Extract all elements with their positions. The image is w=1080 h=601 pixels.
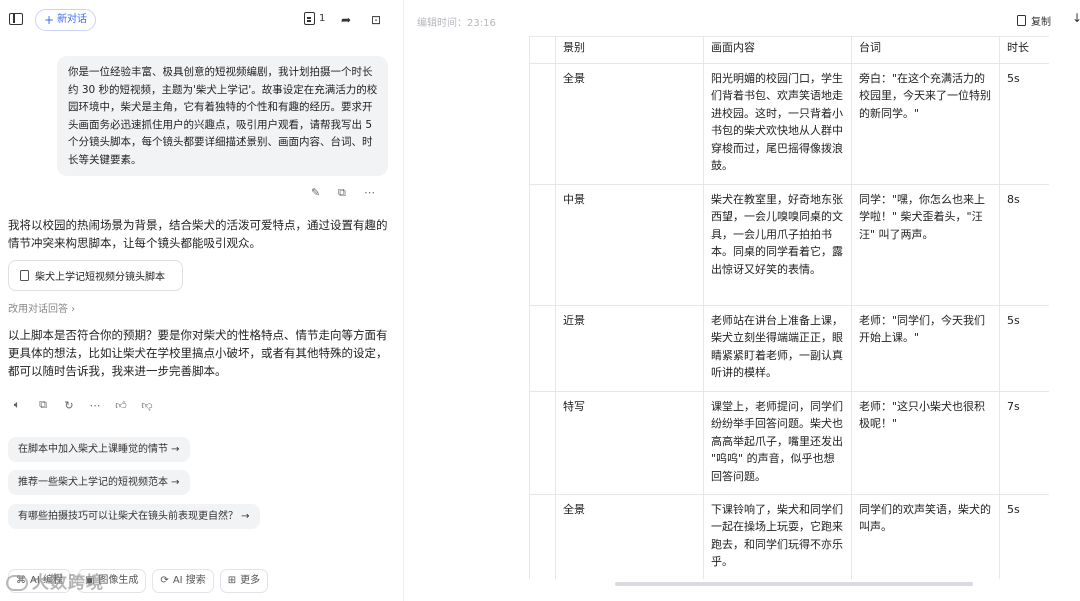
- more-icon[interactable]: ⋯: [364, 186, 375, 199]
- search-icon: ⟳: [160, 575, 169, 586]
- share-icon[interactable]: ➦: [341, 12, 351, 28]
- suggestion-chip-2[interactable]: 推荐一些柴犬上学记的短视频范本 →: [8, 470, 190, 495]
- regenerate-icon[interactable]: ↻: [62, 399, 76, 412]
- copy-label: 复制: [1031, 17, 1051, 28]
- suggestion-chip-3[interactable]: 有哪些拍摄技巧可以让柴犬在镜头前表现更自然？ →: [8, 504, 260, 529]
- ai-intro-text: 我将以校园的热闹场景为背景，结合柴犬的活泼可爱特点，通过设置有趣的情节冲突来构思…: [8, 218, 388, 250]
- copy-document-button[interactable]: 复制: [1017, 13, 1051, 28]
- duration-cell: 5s: [999, 62, 1049, 185]
- document-pane: 编辑时间：23:16 复制 ↓ 景别 画面内容 台词 时长 全景 阳光明媚的校园…: [405, 0, 1080, 601]
- sidebar-toggle-icon[interactable]: [9, 13, 23, 25]
- column-header: 台词: [851, 36, 1000, 64]
- copy-answer-icon[interactable]: ⧉: [36, 398, 50, 412]
- more-options-icon[interactable]: ⋯: [88, 399, 102, 412]
- download-icon[interactable]: ↓: [1072, 11, 1080, 25]
- watermark-text: 大数跨境: [32, 573, 104, 593]
- column-header: [529, 36, 556, 64]
- watermark-logo-icon: [6, 575, 28, 591]
- copy-icon[interactable]: ⧉: [338, 186, 346, 200]
- new-chat-button[interactable]: + 新对话: [35, 9, 97, 31]
- table-row: 全景 下课铃响了，柴犬和同学们一起在操场上玩耍，它跑来跑去，和同学们玩得不亦乐乎…: [529, 493, 1049, 579]
- shot-type-cell: 全景: [555, 493, 704, 579]
- table-row: 特写 课堂上，老师提问，同学们纷纷举手回答问题。柴犬也高高举起爪子，嘴里还发出 …: [529, 390, 1049, 495]
- duration-cell: 5s: [999, 493, 1049, 579]
- line-cell: 老师："这只小柴犬也很积极呢！": [851, 390, 1000, 495]
- shot-type-cell: 中景: [555, 183, 704, 306]
- shot-type-cell: 近景: [555, 304, 704, 392]
- table-row: 中景 柴犬在教室里，好奇地东张西望，一会儿嗅嗅同桌的文具，一会儿用爪子拍拍书本。…: [529, 183, 1049, 306]
- more-tools-button[interactable]: ⊞ 更多: [219, 569, 269, 593]
- script-table: 景别 画面内容 台词 时长 全景 阳光明媚的校园门口，学生们背着书包、欢声笑语地…: [529, 36, 1049, 579]
- chat-pane: + 新对话 1 ➦ ⊡ 你是一位经验丰富、极具创意的短视频编剧，我计划拍摄一个时…: [0, 0, 404, 601]
- user-prompt-text: 你是一位经验丰富、极具创意的短视频编剧，我计划拍摄一个时长约 30 秒的短视频，…: [68, 66, 378, 166]
- duration-cell: 7s: [999, 390, 1049, 495]
- content-cell: 老师站在讲台上准备上课，柴犬立刻坐得端端正正，眼睛紧紧盯着老师，一副认真听讲的模…: [703, 304, 852, 392]
- table-row: 近景 老师站在讲台上准备上课，柴犬立刻坐得端端正正，眼睛紧紧盯着老师，一副认真听…: [529, 304, 1049, 392]
- column-header: 时长: [999, 36, 1049, 64]
- tool-label: 图像生成: [98, 575, 139, 586]
- edit-time: 编辑时间：23:16: [417, 18, 496, 29]
- speaker-icon[interactable]: 🔈︎: [10, 398, 24, 412]
- document-count-button[interactable]: 1: [304, 12, 325, 25]
- chat-topbar: + 新对话 1 ➦ ⊡: [0, 0, 403, 40]
- line-cell: 旁白："在这个充满活力的校园里，今天来了一位特别的新同学。": [851, 62, 1000, 185]
- thumbs-down-icon[interactable]: 👎︎: [140, 399, 154, 412]
- plus-icon: +: [44, 13, 55, 27]
- document-count: 1: [319, 13, 326, 24]
- column-header: 画面内容: [703, 36, 852, 64]
- file-card-label: 柴犬上学记短视频分镜头脚本: [35, 272, 165, 283]
- line-cell: 同学们的欢声笑语，柴犬的叫声。: [851, 493, 1000, 579]
- watermark: 大数跨境: [6, 568, 104, 593]
- ai-followup-text: 以上脚本是否符合你的预期？要是你对柴犬的性格特点、情节走向等方面有更具体的想法，…: [8, 328, 388, 378]
- switch-to-chat-answer-link[interactable]: 改用对话回答 ›: [8, 300, 75, 315]
- line-cell: 同学："嘿，你怎么也来上学啦！" 柴犬歪着头，"汪汪" 叫了两声。: [851, 183, 1000, 306]
- edit-icon[interactable]: ✎: [311, 186, 320, 199]
- content-cell: 柴犬在教室里，好奇地东张西望，一会儿嗅嗅同桌的文具，一会儿用爪子拍拍书本。同桌的…: [703, 183, 852, 306]
- content-cell: 阳光明媚的校园门口，学生们背着书包、欢声笑语地走进校园。这时，一只背着小书包的柴…: [703, 62, 852, 185]
- line-cell: 老师："同学们，今天我们开始上课。": [851, 304, 1000, 392]
- save-icon[interactable]: ⊡: [371, 12, 381, 28]
- thumbs-up-icon[interactable]: 👍︎: [114, 399, 128, 412]
- duration-cell: 5s: [999, 304, 1049, 392]
- script-file-card[interactable]: 柴犬上学记短视频分镜头脚本: [8, 260, 183, 291]
- new-chat-label: 新对话: [57, 14, 88, 25]
- message-actions: 🔈︎ ⧉ ↻ ⋯ 👍︎ 👎︎: [10, 398, 154, 412]
- table-row: 全景 阳光明媚的校园门口，学生们背着书包、欢声笑语地走进校园。这时，一只背着小书…: [529, 62, 1049, 185]
- copy-icon: [1017, 15, 1026, 26]
- shot-type-cell: 特写: [555, 390, 704, 495]
- duration-cell: 8s: [999, 183, 1049, 306]
- shot-type-cell: 全景: [555, 62, 704, 185]
- content-cell: 下课铃响了，柴犬和同学们一起在操场上玩耍，它跑来跑去，和同学们玩得不亦乐乎。: [703, 493, 852, 579]
- suggestion-chip-1[interactable]: 在脚本中加入柴犬上课睡觉的情节 →: [8, 437, 190, 462]
- document-icon: [304, 12, 315, 25]
- file-icon: [20, 270, 29, 281]
- script-table-container: 景别 画面内容 台词 时长 全景 阳光明媚的校园门口，学生们背着书包、欢声笑语地…: [529, 36, 1049, 579]
- content-cell: 课堂上，老师提问，同学们纷纷举手回答问题。柴犬也高高举起爪子，嘴里还发出 "呜呜…: [703, 390, 852, 495]
- column-header: 景别: [555, 36, 704, 64]
- table-header-row: 景别 画面内容 台词 时长: [529, 36, 1049, 64]
- ai-search-button[interactable]: ⟳ AI 搜索: [152, 569, 214, 593]
- tool-label: AI 搜索: [172, 575, 206, 586]
- tool-label: 更多: [240, 575, 261, 586]
- grid-icon: ⊞: [227, 575, 237, 586]
- horizontal-scrollbar[interactable]: [615, 582, 973, 586]
- user-message-bubble: 你是一位经验丰富、极具创意的短视频编剧，我计划拍摄一个时长约 30 秒的短视频，…: [57, 56, 388, 176]
